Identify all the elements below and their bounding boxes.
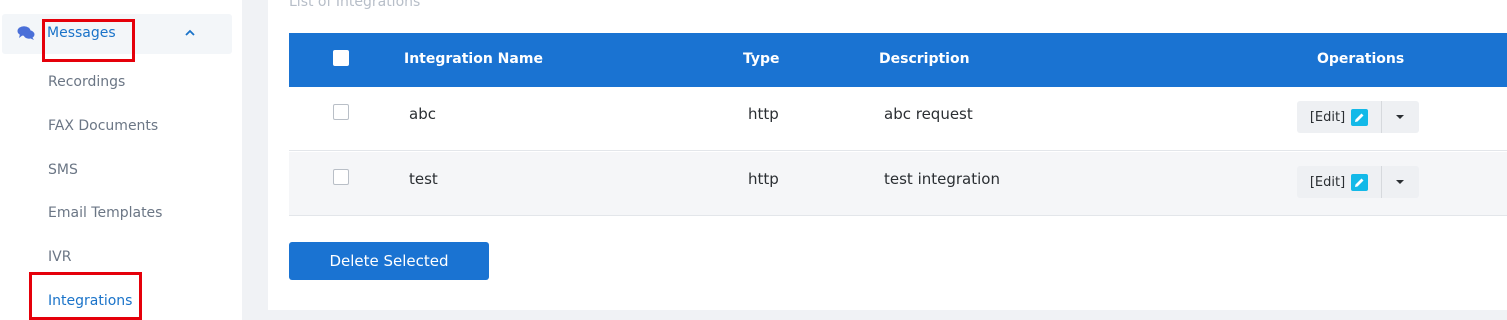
sidebar-item-fax-documents[interactable]: FAX Documents	[48, 118, 158, 134]
integration-description: test integration	[884, 170, 1000, 188]
sidebar-item-sms[interactable]: SMS	[48, 162, 78, 178]
integration-name: test	[409, 170, 438, 188]
column-header-description[interactable]: Description	[879, 51, 970, 67]
row-checkbox[interactable]	[333, 169, 349, 185]
table-row: test http test integration [Edit]	[289, 152, 1507, 216]
integration-description: abc request	[884, 105, 973, 123]
edit-button[interactable]: [Edit]	[1297, 166, 1381, 198]
operations-button-group: [Edit]	[1297, 101, 1419, 133]
more-actions-dropdown[interactable]	[1382, 101, 1419, 133]
edit-button-label: [Edit]	[1309, 174, 1346, 190]
delete-selected-button[interactable]: Delete Selected	[289, 242, 489, 280]
edit-button[interactable]: [Edit]	[1297, 101, 1381, 133]
chat-icon	[17, 26, 35, 40]
caret-down-icon	[1396, 115, 1404, 119]
highlight-box-messages	[42, 19, 135, 62]
operations-button-group: [Edit]	[1297, 166, 1419, 198]
sidebar: Messages Recordings FAX Documents SMS Em…	[0, 0, 242, 320]
integration-name: abc	[409, 105, 436, 123]
table-header: Integration Name Type Description Operat…	[289, 33, 1507, 87]
page-title: List of Integrations	[289, 0, 421, 10]
column-header-type[interactable]: Type	[743, 51, 780, 67]
sidebar-item-email-templates[interactable]: Email Templates	[48, 205, 162, 221]
integration-type: http	[748, 170, 779, 188]
select-all-checkbox[interactable]	[333, 50, 349, 66]
table-row: abc http abc request [Edit]	[289, 87, 1507, 151]
chevron-up-icon[interactable]	[184, 28, 196, 38]
pencil-icon	[1351, 108, 1369, 126]
column-header-operations: Operations	[1317, 51, 1405, 67]
row-checkbox[interactable]	[333, 104, 349, 120]
caret-down-icon	[1396, 180, 1404, 184]
pencil-icon	[1351, 173, 1369, 191]
sidebar-item-recordings[interactable]: Recordings	[48, 74, 125, 90]
column-header-name[interactable]: Integration Name	[404, 51, 543, 67]
sidebar-item-ivr[interactable]: IVR	[48, 249, 71, 265]
more-actions-dropdown[interactable]	[1382, 166, 1419, 198]
edit-button-label: [Edit]	[1309, 109, 1346, 125]
integration-type: http	[748, 105, 779, 123]
highlight-box-integrations	[29, 272, 142, 320]
